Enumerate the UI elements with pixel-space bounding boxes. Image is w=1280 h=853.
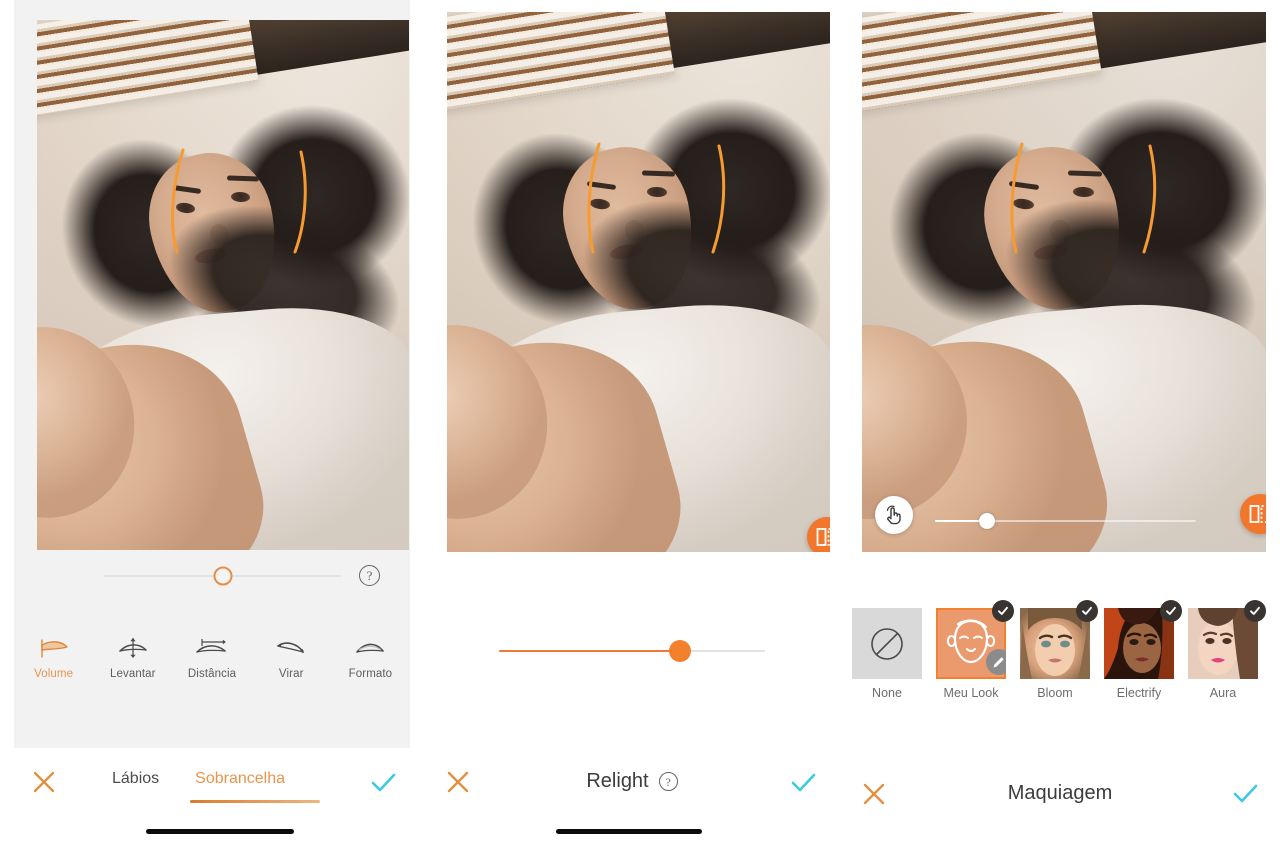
- eyebrow-intensity-row: ?: [104, 565, 380, 586]
- home-indicator: [146, 829, 294, 834]
- confirm-button-relight[interactable]: [788, 768, 818, 803]
- three-screenshot-collage: ? Volume Levantar Distância Virar Format…: [0, 0, 1280, 853]
- check-icon: [791, 773, 816, 792]
- page-title-relight: Relight: [586, 770, 649, 792]
- look-item-bloom[interactable]: Bloom: [1020, 600, 1098, 700]
- no-entry-icon: [871, 627, 903, 660]
- tool-volume-label: Volume: [34, 668, 74, 680]
- look-label-aura: Aura: [1209, 686, 1237, 700]
- intensity-slider-track[interactable]: [104, 566, 341, 585]
- tab-labios[interactable]: Lábios: [112, 770, 159, 794]
- intensity-slider-knob[interactable]: [213, 566, 232, 585]
- confirm-button[interactable]: [368, 768, 398, 803]
- tool-levantar[interactable]: Levantar: [93, 637, 172, 680]
- check-icon: [1082, 606, 1092, 615]
- tool-virar-label: Virar: [278, 668, 304, 680]
- look-item-aura[interactable]: Aura: [1188, 600, 1266, 700]
- check-icon: [371, 773, 396, 792]
- check-icon: [1233, 784, 1258, 803]
- tool-distancia-label: Distância: [187, 668, 237, 680]
- look-item-electrify[interactable]: Electrify: [1104, 600, 1182, 700]
- look-check-bloom: [1076, 600, 1098, 622]
- relight-slider-fill: [499, 650, 680, 652]
- photo-preview-3[interactable]: [862, 12, 1266, 552]
- makeup-title-group: Maquiagem: [840, 782, 1280, 805]
- relight-slider-track[interactable]: [499, 640, 765, 662]
- page-title-makeup: Maquiagem: [1007, 782, 1113, 804]
- compare-split-icon: [816, 528, 830, 546]
- question-mark-icon[interactable]: ?: [658, 772, 678, 791]
- panel-relight-editor: Relight ?: [424, 0, 840, 853]
- tool-formato[interactable]: Formato: [331, 637, 410, 680]
- look-label-bloom: Bloom: [1037, 686, 1073, 700]
- close-x-icon: [33, 771, 55, 793]
- question-mark-icon[interactable]: ?: [359, 565, 380, 586]
- home-indicator: [556, 829, 702, 834]
- makeup-opacity-knob[interactable]: [979, 513, 996, 529]
- look-label-electrify: Electrify: [1116, 686, 1162, 700]
- photo-preview-1[interactable]: [37, 20, 409, 550]
- confirm-button-makeup[interactable]: [1230, 779, 1260, 814]
- check-icon: [998, 606, 1008, 615]
- panel-makeup-editor: None Meu Look Bloom Electrify Aura Maqui…: [840, 0, 1280, 853]
- makeup-opacity-row: [935, 513, 1196, 529]
- tap-gesture-icon: [886, 505, 901, 525]
- pencil-icon: [993, 657, 1004, 668]
- look-selected-check-meu-look: [992, 600, 1014, 622]
- tool-distancia[interactable]: Distância: [172, 637, 251, 680]
- relight-slider-row: [499, 640, 765, 662]
- bottom-bar-eyebrow: Lábios Sobrancelha: [0, 748, 424, 853]
- panel-eyebrow-editor: ? Volume Levantar Distância Virar Format…: [0, 0, 424, 853]
- tool-formato-label: Formato: [348, 668, 393, 680]
- check-icon: [1166, 606, 1176, 615]
- makeup-looks-strip: None Meu Look Bloom Electrify Aura: [852, 600, 1266, 700]
- relight-title-group: Relight ?: [424, 770, 840, 793]
- look-label-none: None: [872, 686, 902, 700]
- tool-levantar-label: Levantar: [110, 668, 156, 680]
- cancel-button[interactable]: [30, 768, 58, 801]
- look-label-meu-look: Meu Look: [943, 686, 999, 700]
- bottom-bar-relight: Relight ?: [424, 748, 840, 853]
- bottom-bar-makeup: Maquiagem: [840, 753, 1280, 853]
- look-thumb-none[interactable]: [852, 608, 922, 679]
- compare-split-icon: [1249, 505, 1266, 523]
- look-check-electrify: [1160, 600, 1182, 622]
- tap-gesture-button[interactable]: [875, 496, 913, 534]
- brow-distance-icon: [196, 639, 226, 653]
- look-check-aura: [1244, 600, 1266, 622]
- editor-tabs: Lábios Sobrancelha: [112, 770, 285, 794]
- tool-virar[interactable]: Virar: [252, 637, 331, 680]
- brow-volume-icon: [40, 639, 68, 658]
- brow-shape-icon: [356, 643, 385, 653]
- brow-raise-icon: [119, 638, 147, 658]
- relight-slider-knob[interactable]: [668, 640, 691, 662]
- makeup-opacity-track[interactable]: [935, 513, 1196, 529]
- brow-flip-icon: [277, 642, 305, 653]
- check-icon: [1250, 606, 1260, 615]
- tab-active-underline: [190, 800, 320, 803]
- edit-look-button[interactable]: [986, 649, 1006, 675]
- photo-preview-2[interactable]: [447, 12, 830, 552]
- eyebrow-tools-row: Volume Levantar Distância Virar Formato: [14, 637, 410, 680]
- tab-sobrancelha[interactable]: Sobrancelha: [195, 770, 285, 794]
- look-item-meu-look[interactable]: Meu Look: [936, 600, 1014, 700]
- tool-volume[interactable]: Volume: [14, 637, 93, 680]
- look-item-none[interactable]: None: [852, 608, 922, 700]
